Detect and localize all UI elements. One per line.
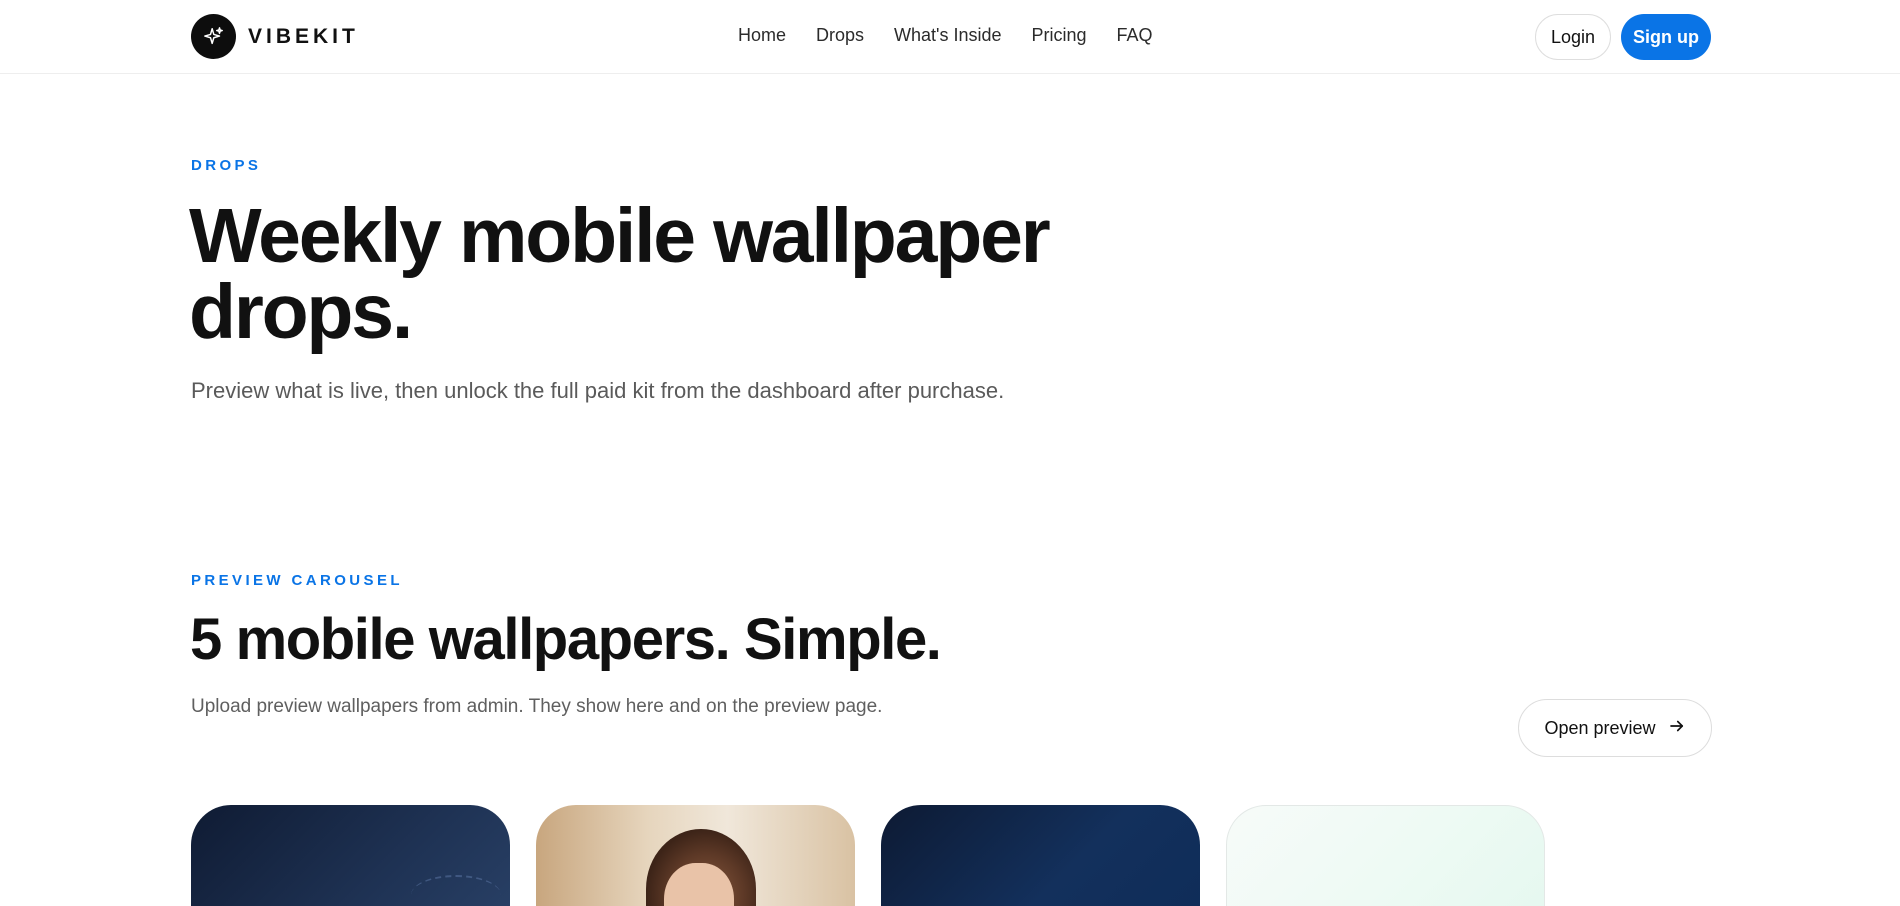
brand-logo[interactable]: VIBEKIT: [191, 14, 359, 59]
open-preview-button[interactable]: Open preview: [1518, 699, 1712, 757]
carousel-eyebrow: PREVIEW CAROUSEL: [191, 572, 403, 589]
site-header: VIBEKIT Home Drops What's Inside Pricing…: [0, 0, 1900, 74]
hero-subtitle: Preview what is live, then unlock the fu…: [191, 378, 1005, 403]
wallpaper-carousel: [191, 805, 1551, 906]
wallpaper-image: [411, 875, 501, 906]
nav-whats-inside[interactable]: What's Inside: [894, 25, 1001, 46]
wallpaper-card[interactable]: [1226, 805, 1545, 906]
sparkle-icon: [191, 14, 236, 59]
main-nav: Home Drops What's Inside Pricing FAQ: [738, 25, 1153, 46]
nav-faq[interactable]: FAQ: [1117, 25, 1153, 46]
wallpaper-card[interactable]: [191, 805, 510, 906]
hero-title: Weekly mobile wallpaper drops.: [189, 193, 1051, 355]
wallpaper-card[interactable]: [536, 805, 855, 906]
brand-name: VIBEKIT: [248, 24, 359, 48]
login-button[interactable]: Login: [1535, 14, 1611, 60]
hero-eyebrow: DROPS: [191, 157, 262, 174]
carousel-description: Upload preview wallpapers from admin. Th…: [191, 696, 883, 717]
open-preview-label: Open preview: [1544, 717, 1656, 738]
nav-pricing[interactable]: Pricing: [1032, 25, 1087, 46]
signup-button[interactable]: Sign up: [1621, 14, 1711, 60]
nav-home[interactable]: Home: [738, 25, 786, 46]
wallpaper-card[interactable]: [881, 805, 1200, 906]
carousel-title: 5 mobile wallpapers. Simple.: [190, 607, 942, 672]
nav-drops[interactable]: Drops: [816, 25, 864, 46]
arrow-right-icon: [1668, 717, 1686, 740]
